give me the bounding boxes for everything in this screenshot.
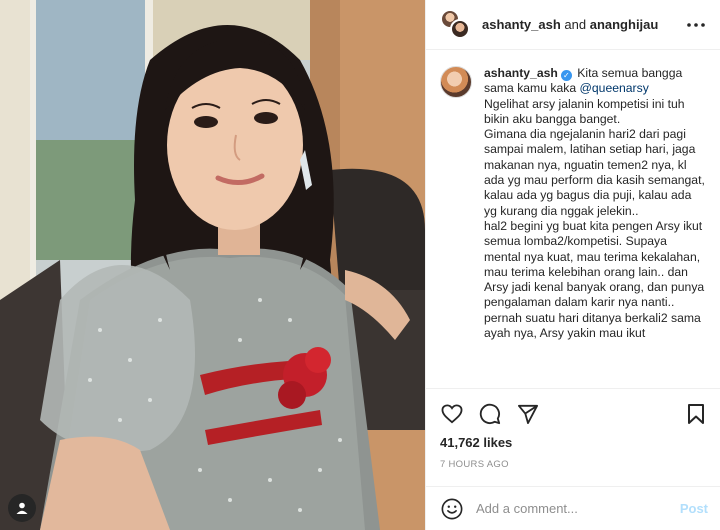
- instagram-post: ashanty_ash and ananghijau ashanty_ash ✓ …: [0, 0, 720, 530]
- emoji-smile-icon: [441, 498, 463, 519]
- user-tag-icon: [16, 502, 28, 514]
- caption-text: ashanty_ash ✓ Kita semua bangga sama kamu…: [484, 66, 706, 388]
- bookmark-icon: [688, 404, 704, 424]
- post-timestamp[interactable]: 7 HOURS AGO: [440, 459, 708, 470]
- mention-link[interactable]: @queenarsy: [580, 81, 649, 95]
- avatar: [450, 18, 470, 39]
- comment-button[interactable]: [478, 402, 502, 426]
- coauthor-link[interactable]: ananghijau: [590, 17, 659, 32]
- caption-username[interactable]: ashanty_ash: [484, 66, 558, 80]
- likes-count[interactable]: 41,762 likes: [440, 435, 708, 450]
- post-authors: ashanty_ash and ananghijau: [482, 17, 684, 32]
- share-button[interactable]: [516, 402, 540, 426]
- post-comment-button[interactable]: Post: [680, 501, 708, 516]
- authors-joiner: and: [564, 17, 587, 32]
- send-icon: [518, 404, 538, 424]
- collab-avatars[interactable]: [440, 8, 472, 41]
- action-row: [440, 399, 708, 429]
- comment-icon: [479, 403, 501, 425]
- more-options-button[interactable]: [684, 13, 708, 37]
- emoji-button[interactable]: [440, 497, 464, 521]
- like-button[interactable]: [440, 402, 464, 426]
- post-photo[interactable]: [0, 0, 425, 530]
- heart-icon: [441, 404, 463, 424]
- photo-illustration: [0, 0, 425, 530]
- comment-input[interactable]: [476, 501, 680, 516]
- post-side-panel: ashanty_ash and ananghijau ashanty_ash ✓ …: [425, 0, 720, 530]
- caption-section: ashanty_ash ✓ Kita semua bangga sama kamu…: [426, 50, 720, 388]
- post-actions: 41,762 likes 7 HOURS AGO: [426, 388, 720, 486]
- caption-body: Ngelihat arsy jalanin kompetisi ini tuh …: [484, 96, 705, 341]
- post-header: ashanty_ash and ananghijau: [426, 0, 720, 50]
- verified-badge-icon: ✓: [560, 70, 572, 81]
- avatar[interactable]: [440, 66, 472, 98]
- save-button[interactable]: [684, 402, 708, 426]
- more-horizontal-icon: [687, 22, 705, 27]
- user-tag-button[interactable]: [8, 494, 36, 522]
- author-link[interactable]: ashanty_ash: [482, 17, 561, 32]
- comment-bar: Post: [426, 486, 720, 530]
